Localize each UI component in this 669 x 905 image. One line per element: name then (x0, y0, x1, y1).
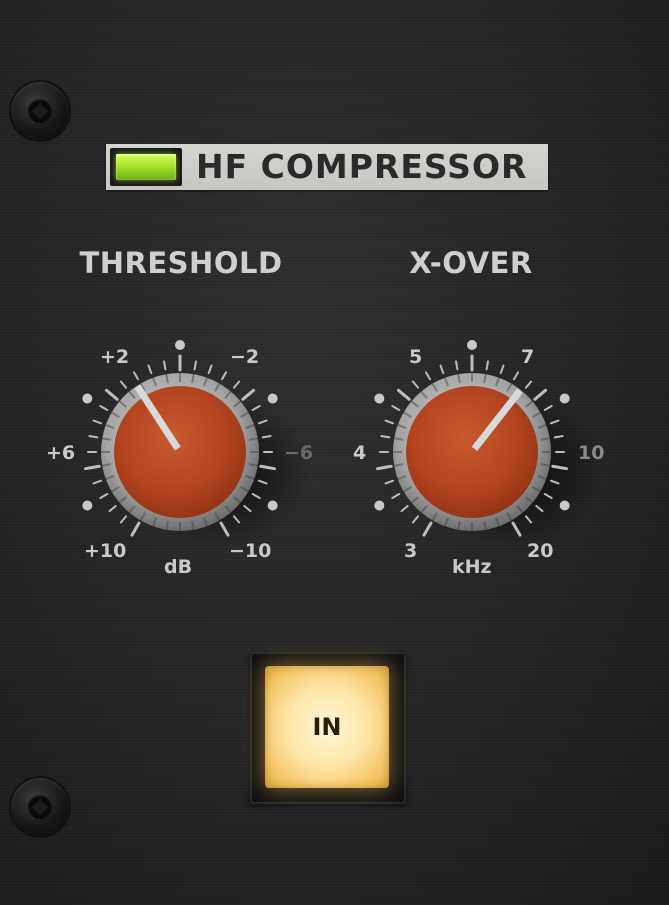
xover-knob-tick (524, 380, 533, 389)
in-button-label: IN (312, 713, 342, 741)
xover-knob-tick (439, 364, 445, 375)
threshold-knob-dot (267, 500, 278, 511)
threshold-knob-tick (92, 479, 103, 485)
threshold-knob-tick (83, 464, 101, 471)
threshold-knob-tick (163, 360, 167, 371)
xover-knob-cap (406, 386, 538, 518)
threshold-scale-bottom-right: −10 (229, 540, 272, 562)
xover-knob-tick (396, 388, 411, 401)
threshold-scale-right: −6 (284, 442, 314, 464)
threshold-knob-tick (207, 364, 213, 375)
threshold-knob-tick (193, 360, 197, 371)
threshold-knob-tick (119, 515, 128, 524)
xover-knob-tick (455, 360, 459, 371)
threshold-knob-cap (114, 386, 246, 518)
xover-knob-tick (384, 479, 395, 485)
xover-knob-tick (411, 380, 420, 389)
xover-knob-tick (425, 371, 431, 381)
xover-knob-tick (553, 435, 564, 439)
threshold-knob-tick (130, 521, 141, 537)
threshold-knob-tick (108, 504, 117, 513)
xover-unit: kHz (452, 556, 492, 578)
compressor-panel: HF COMPRESSOR THRESHOLD X-OVER +2 −2 +6 (0, 0, 669, 905)
threshold-scale-top-left: +2 (100, 346, 130, 368)
threshold-scale-top-right: −2 (230, 346, 260, 368)
xover-knob-dot (374, 500, 385, 511)
xover-knob-tick (513, 371, 519, 381)
threshold-knob-tick (133, 371, 139, 381)
xover-knob-tick (375, 464, 393, 471)
threshold-knob-tick (119, 380, 128, 389)
xover-knob-tick (400, 504, 409, 513)
xover-knob-dot (559, 500, 570, 511)
threshold-knob[interactable] (82, 340, 310, 548)
xover-knob-tick (411, 515, 420, 524)
threshold-knob-dot (267, 393, 278, 404)
threshold-knob-tick (147, 364, 153, 375)
xover-knob-dot (374, 393, 385, 404)
in-button[interactable]: IN (265, 666, 389, 788)
threshold-knob-tick (88, 435, 99, 439)
in-button-housing: IN (250, 652, 406, 804)
xover-scale-top-left: 5 (409, 346, 423, 368)
xover-knob-dot (467, 340, 477, 350)
xover-knob-tick (422, 521, 433, 537)
threshold-knob-dot (82, 393, 93, 404)
xover-knob-tick (391, 493, 401, 499)
xover-knob[interactable] (374, 340, 602, 548)
xover-scale-bottom-left: 3 (404, 540, 418, 562)
xover-knob-tick (485, 360, 489, 371)
threshold-knob-tick (92, 419, 103, 425)
xover-knob-tick (380, 435, 391, 439)
xover-knob-tick (384, 419, 395, 425)
threshold-unit: dB (164, 556, 193, 578)
threshold-knob-dot (175, 340, 185, 350)
xover-scale-top-right: 7 (521, 346, 535, 368)
threshold-knob-tick (99, 405, 109, 411)
threshold-knob-tick (221, 371, 227, 381)
threshold-scale-left: +6 (46, 442, 76, 464)
xover-knob-dot (559, 393, 570, 404)
xover-scale-bottom-right: 20 (527, 540, 554, 562)
threshold-knob-tick (232, 380, 241, 389)
xover-scale-left: 4 (353, 442, 367, 464)
threshold-knob-tick (104, 388, 119, 401)
threshold-scale-bottom-left: +10 (84, 540, 127, 562)
threshold-knob-tick (99, 493, 109, 499)
xover-scale-right: 10 (578, 442, 605, 464)
xover-knob-tick (391, 405, 401, 411)
xover-knob-tick (499, 364, 505, 375)
threshold-knob-tick (261, 435, 272, 439)
threshold-knob-dot (82, 500, 93, 511)
